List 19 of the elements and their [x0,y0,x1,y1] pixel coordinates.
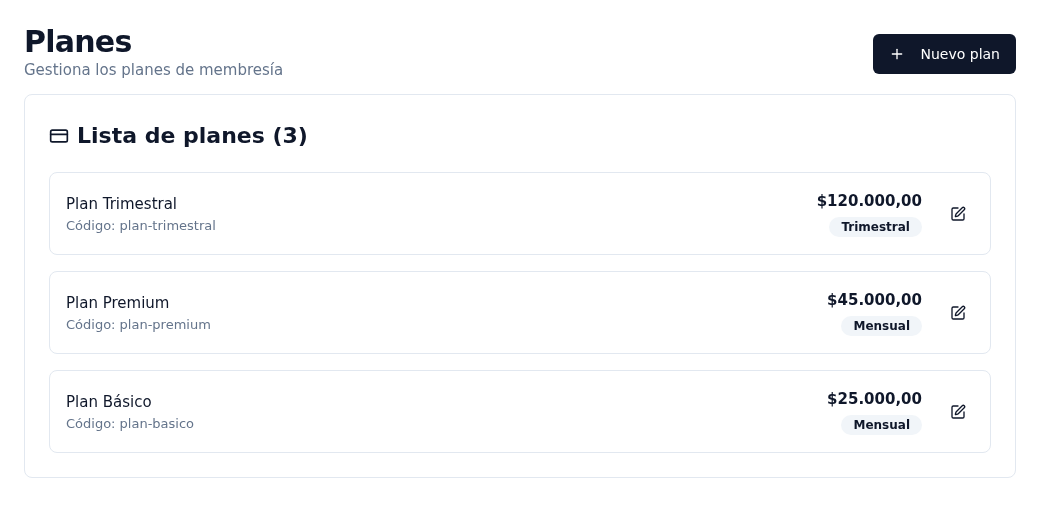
edit-icon [950,205,966,222]
edit-icon [950,403,966,420]
edit-icon [950,304,966,321]
plan-price: $45.000,00 [827,290,922,312]
new-plan-button[interactable]: Nuevo plan [872,34,1016,74]
card-title: Lista de planes (3) [77,122,308,150]
page-title: Planes [24,24,133,60]
page-subtitle: Gestiona los planes de membresía [24,60,284,80]
plan-price: $120.000,00 [816,191,922,213]
plan-name: Plan Básico [66,391,153,413]
plan-price: $25.000,00 [827,389,922,411]
period-badge: Trimestral [829,216,922,237]
plan-code: Código: plan-premium [66,315,211,334]
period-badge: Mensual [841,315,922,336]
plan-code: Código: plan-trimestral [66,216,216,235]
plan-name: Plan Trimestral [66,193,179,215]
plan-name: Plan Premium [66,292,171,314]
period-badge: Mensual [841,414,922,435]
plan-code: Código: plan-basico [66,414,195,433]
